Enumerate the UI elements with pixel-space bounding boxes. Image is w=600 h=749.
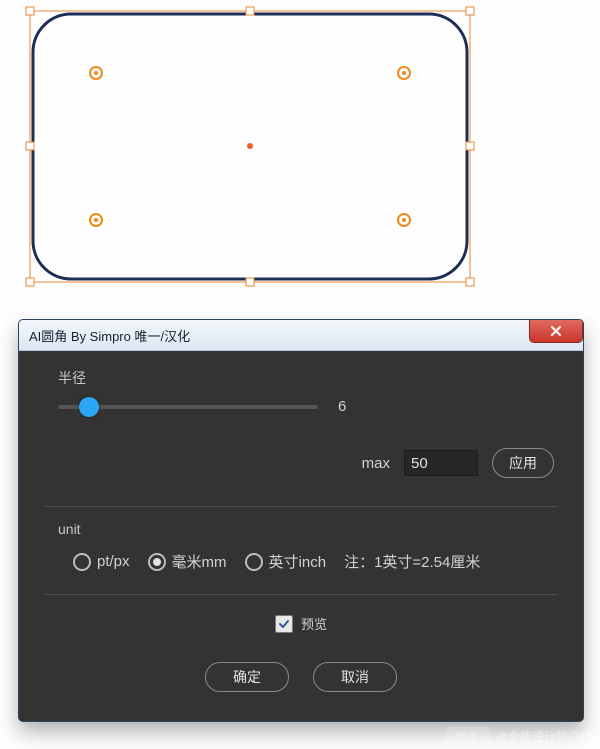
handle-ne[interactable] [466,7,474,15]
corner-widget-ne[interactable] [398,67,410,79]
handle-e[interactable] [466,142,474,150]
preview-row: 预览 [28,614,574,633]
divider-1 [44,506,558,507]
handle-nw[interactable] [26,7,34,15]
unit-option-label: 英寸inch [269,551,327,572]
corner-widget-se[interactable] [398,214,410,226]
apply-button[interactable]: 应用 [492,448,554,478]
unit-option-label: 毫米mm [172,551,227,572]
radio-icon [73,553,91,571]
unit-option-ptpx[interactable]: pt/px [73,553,130,571]
radius-slider-thumb[interactable] [79,397,99,417]
divider-2 [44,594,558,595]
cancel-button[interactable]: 取消 [313,662,397,692]
selected-shape-svg [0,0,600,310]
unit-radio-row: pt/px 毫米mm 英寸inch 注：1英寸=2.54厘米 [73,551,564,572]
corner-widget-nw[interactable] [90,67,102,79]
close-button[interactable] [529,320,583,343]
watermark-text: @全能设计师白杨 [496,728,592,745]
center-point [247,143,253,149]
illustrator-canvas [0,0,600,310]
dialog-titlebar[interactable]: AI圆角 By Simpro 唯一/汉化 [19,320,583,351]
max-input[interactable] [404,450,478,476]
radius-value: 6 [338,398,346,415]
radius-slider-row: 6 [58,398,378,415]
handle-w[interactable] [26,142,34,150]
watermark: 知乎 @全能设计师白杨 [446,727,592,745]
unit-label: unit [58,521,564,537]
radio-icon [148,553,166,571]
radius-slider[interactable] [58,405,318,409]
unit-option-mm[interactable]: 毫米mm [148,551,227,572]
corner-widget-sw[interactable] [90,214,102,226]
radio-icon [245,553,263,571]
round-corner-dialog: AI圆角 By Simpro 唯一/汉化 半径 6 max 应用 unit [18,319,584,722]
watermark-logo: 知乎 [446,727,490,745]
unit-note: 注：1英寸=2.54厘米 [344,551,480,572]
dialog-button-row: 确定 取消 [28,662,574,692]
preview-checkbox[interactable] [275,615,293,633]
handle-n[interactable] [246,7,254,15]
dialog-title: AI圆角 By Simpro 唯一/汉化 [29,326,190,345]
ok-button[interactable]: 确定 [205,662,289,692]
dialog-body: 半径 6 max 应用 unit pt/px 毫米mm [28,356,574,712]
radius-label: 半径 [58,368,564,388]
check-icon [278,618,290,630]
max-row: max 应用 [28,448,554,478]
max-label: max [362,455,390,472]
unit-option-inch[interactable]: 英寸inch [245,551,327,572]
preview-label: 预览 [301,614,327,633]
handle-sw[interactable] [26,278,34,286]
handle-se[interactable] [466,278,474,286]
handle-s[interactable] [246,278,254,286]
close-icon [550,325,562,337]
unit-option-label: pt/px [97,553,130,570]
